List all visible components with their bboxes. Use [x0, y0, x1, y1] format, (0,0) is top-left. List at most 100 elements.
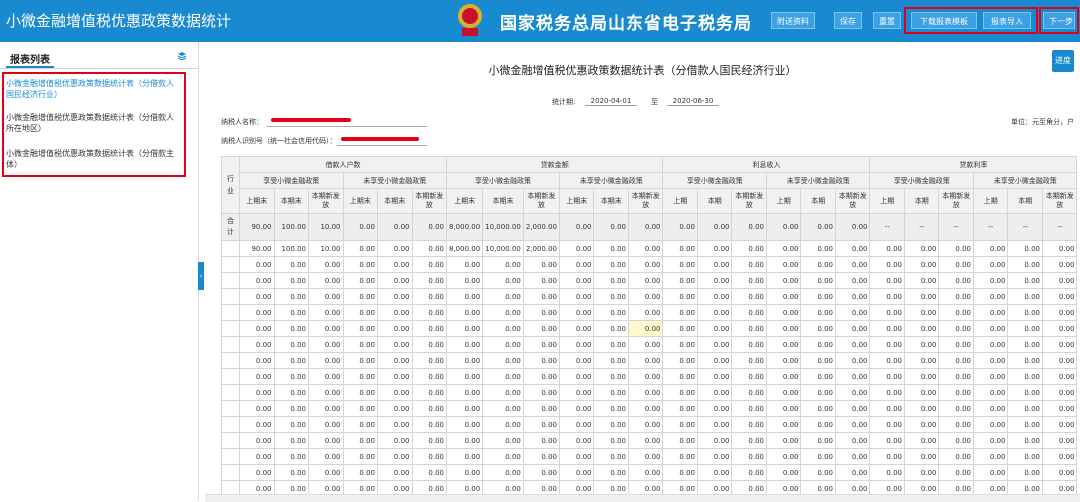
table-cell[interactable]: 0.00	[696, 352, 733, 369]
table-cell[interactable]: 0.00	[482, 368, 524, 385]
table-cell[interactable]: 0.00	[972, 384, 1009, 401]
table-cell[interactable]: 0.00	[731, 304, 767, 321]
table-cell[interactable]: 0.00	[482, 432, 524, 449]
table-cell[interactable]: 0.00	[482, 400, 524, 417]
table-cell[interactable]: 0.00	[627, 400, 664, 417]
layers-icon[interactable]	[177, 51, 187, 61]
table-cell[interactable]: 0.00	[800, 416, 836, 433]
table-cell[interactable]: 0.00	[731, 432, 767, 449]
table-cell[interactable]: 0.00	[972, 272, 1009, 289]
table-cell[interactable]: 0.00	[731, 384, 767, 401]
table-cell[interactable]: 0.00	[445, 288, 484, 305]
table-cell[interactable]: 0.00	[627, 272, 664, 289]
table-cell[interactable]: 0.00	[731, 256, 767, 273]
table-cell[interactable]: 0.00	[696, 320, 733, 337]
table-cell[interactable]: 0.00	[765, 384, 802, 401]
table-cell[interactable]: 0.00	[558, 256, 595, 273]
table-cell[interactable]: 0.00	[522, 272, 560, 289]
period-start-field[interactable]: 2020-04-01	[585, 97, 637, 106]
table-cell[interactable]: 0.00	[411, 256, 447, 273]
table-cell[interactable]: 0.00	[765, 272, 802, 289]
table-cell[interactable]: 0.00	[938, 432, 974, 449]
table-cell[interactable]: 0.00	[482, 464, 524, 481]
table-cell[interactable]: 0.00	[662, 304, 698, 321]
table-cell[interactable]: 0.00	[731, 240, 767, 257]
table-cell[interactable]: 0.00	[558, 400, 595, 417]
table-cell[interactable]: 0.00	[938, 272, 974, 289]
table-cell[interactable]: 0.00	[273, 304, 309, 321]
table-cell[interactable]: 0.00	[593, 304, 629, 321]
table-cell[interactable]: 0.00	[273, 320, 309, 337]
table-cell[interactable]: 0.00	[522, 288, 560, 305]
table-cell[interactable]: 0.00	[308, 464, 344, 481]
table-cell[interactable]: 0.00	[834, 304, 871, 321]
table-cell[interactable]: 0.00	[834, 464, 871, 481]
table-cell[interactable]: 0.00	[1007, 336, 1043, 353]
table-cell[interactable]: 0.00	[273, 464, 309, 481]
table-cell[interactable]: 0.00	[834, 448, 871, 465]
table-cell[interactable]: 0.00	[308, 288, 344, 305]
table-cell[interactable]: 0.00	[627, 256, 664, 273]
table-cell[interactable]: 0.00	[696, 432, 733, 449]
table-cell[interactable]: 0.00	[834, 240, 871, 257]
table-cell[interactable]: 0.00	[938, 352, 974, 369]
table-cell[interactable]: 0.00	[696, 448, 733, 465]
table-cell[interactable]: 0.00	[239, 416, 275, 433]
table-cell[interactable]: 0.00	[239, 400, 275, 417]
table-cell[interactable]: 0.00	[377, 464, 413, 481]
table-cell[interactable]: 0.00	[938, 288, 974, 305]
table-cell[interactable]: 0.00	[1007, 368, 1043, 385]
table-cell[interactable]: 0.00	[662, 448, 698, 465]
table-cell[interactable]: 0.00	[239, 304, 275, 321]
table-cell[interactable]: 0.00	[1041, 352, 1078, 369]
table-cell[interactable]: 0.00	[972, 256, 1009, 273]
table-cell[interactable]: 0.00	[522, 368, 560, 385]
table-cell[interactable]: 0.00	[765, 288, 802, 305]
table-cell[interactable]: 0.00	[593, 368, 629, 385]
table-cell[interactable]: 0.00	[903, 400, 940, 417]
table-cell[interactable]: 0.00	[593, 416, 629, 433]
table-cell[interactable]: 0.00	[342, 416, 378, 433]
table-cell[interactable]: 0.00	[938, 320, 974, 337]
table-cell[interactable]: 0.00	[800, 272, 836, 289]
table-cell[interactable]: 0.00	[445, 320, 484, 337]
table-cell[interactable]: 0.00	[696, 288, 733, 305]
table-cell[interactable]: 0.00	[377, 304, 413, 321]
table-cell[interactable]: 0.00	[342, 352, 378, 369]
table-cell[interactable]: 0.00	[239, 320, 275, 337]
table-cell[interactable]: 0.00	[342, 304, 378, 321]
taxpayer-id-field[interactable]	[337, 145, 427, 146]
table-cell[interactable]: 0.00	[903, 432, 940, 449]
table-cell[interactable]: 0.00	[482, 352, 524, 369]
table-cell[interactable]: 0.00	[972, 336, 1009, 353]
table-cell[interactable]: 0.00	[765, 240, 802, 257]
table-cell[interactable]: 0.00	[938, 400, 974, 417]
table-cell[interactable]: 0.00	[765, 320, 802, 337]
table-cell[interactable]: 0.00	[593, 240, 629, 257]
table-cell[interactable]: 0.00	[869, 272, 905, 289]
table-cell[interactable]: 0.00	[558, 432, 595, 449]
table-cell[interactable]: 0.00	[662, 272, 698, 289]
table-cell[interactable]: 0.00	[696, 368, 733, 385]
table-cell[interactable]: 0.00	[411, 448, 447, 465]
table-cell[interactable]: 0.00	[558, 384, 595, 401]
table-cell[interactable]: 0.00	[445, 416, 484, 433]
table-cell[interactable]: 0.00	[342, 288, 378, 305]
table-cell[interactable]: 0.00	[411, 288, 447, 305]
table-cell[interactable]: 0.00	[972, 432, 1009, 449]
table-cell[interactable]: 0.00	[765, 464, 802, 481]
table-cell[interactable]: 0.00	[239, 368, 275, 385]
table-cell[interactable]: 0.00	[593, 320, 629, 337]
table-cell[interactable]: 0.00	[522, 304, 560, 321]
table-cell[interactable]: 0.00	[869, 304, 905, 321]
table-cell[interactable]: 0.00	[972, 416, 1009, 433]
table-cell[interactable]: 0.00	[627, 464, 664, 481]
table-cell[interactable]: 0.00	[696, 464, 733, 481]
table-cell[interactable]: 0.00	[1007, 400, 1043, 417]
table-cell[interactable]: 8,000.00	[445, 240, 484, 257]
table-cell[interactable]: 0.00	[869, 448, 905, 465]
table-cell[interactable]: 0.00	[558, 448, 595, 465]
table-cell[interactable]: 0.00	[411, 384, 447, 401]
table-cell[interactable]: 0.00	[1041, 240, 1078, 257]
taxpayer-name-field[interactable]	[267, 126, 427, 127]
